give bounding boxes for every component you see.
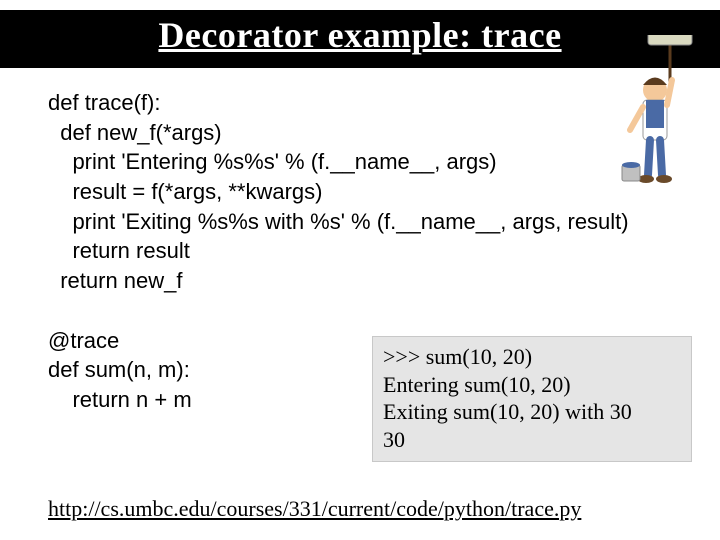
slide-title: Decorator example: trace	[158, 15, 561, 55]
slide: Decorator example: trace def trace(f): d…	[0, 0, 720, 540]
output-box: >>> sum(10, 20) Entering sum(10, 20) Exi…	[372, 336, 692, 462]
painter-illustration	[610, 35, 700, 185]
source-link[interactable]: http://cs.umbc.edu/courses/331/current/c…	[48, 496, 581, 522]
